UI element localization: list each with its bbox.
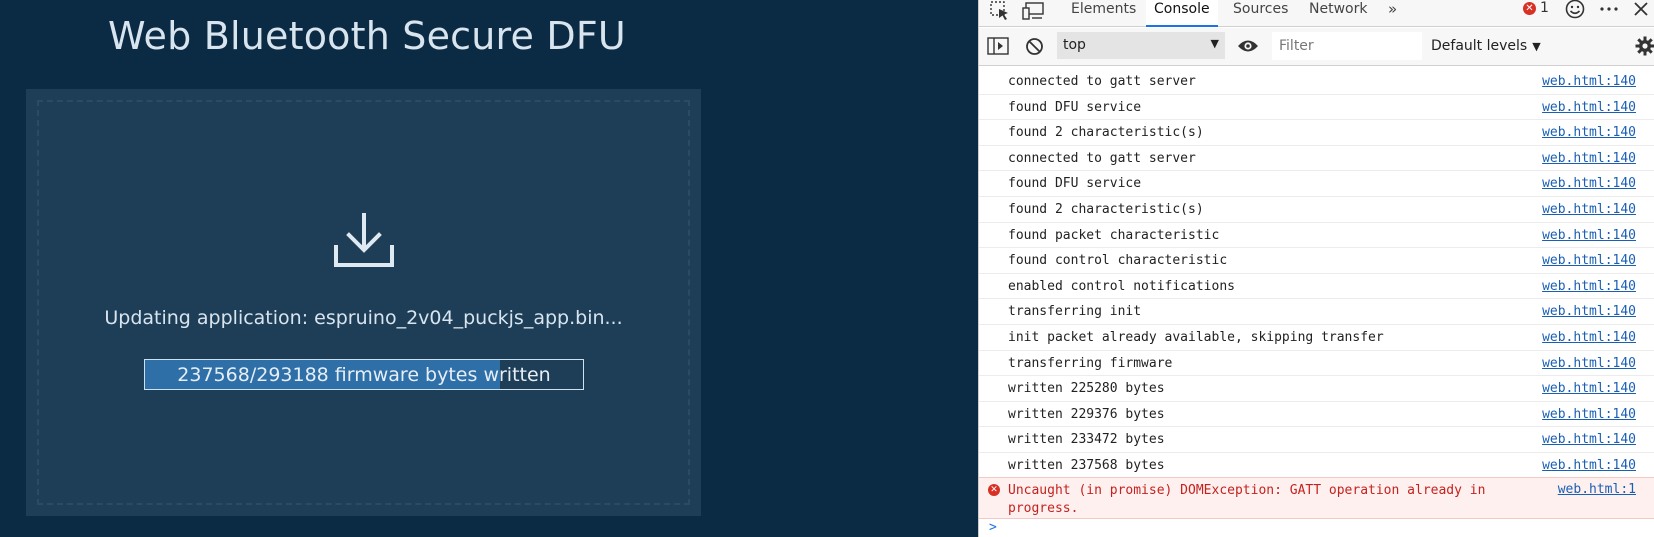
console-log-row: found 2 characteristic(s) web.html:140 [979, 197, 1654, 223]
more-tabs-chevron-icon[interactable]: » [1388, 0, 1397, 27]
console-log-list: connected to gatt server web.html:140 foun… [979, 69, 1654, 479]
console-error-entry: ✕ Uncaught (in promise) DOMException: GA… [979, 477, 1654, 519]
log-source-link[interactable]: web.html:140 [1542, 330, 1636, 345]
log-source-link[interactable]: web.html:140 [1542, 381, 1636, 396]
console-log-row: init packet already available, skipping … [979, 325, 1654, 351]
error-source-link[interactable]: web.html:1 [1558, 482, 1636, 497]
log-source-link[interactable]: web.html:140 [1542, 407, 1636, 422]
console-log-row: transferring init web.html:140 [979, 299, 1654, 325]
log-source-link[interactable]: web.html:140 [1542, 356, 1636, 371]
log-message: found 2 characteristic(s) [1008, 125, 1204, 141]
log-message: written 237568 bytes [1008, 457, 1165, 473]
prompt-chevron-icon: > [989, 520, 997, 535]
log-message: connected to gatt server [1008, 150, 1196, 166]
error-count-badge[interactable]: ✕ 1 [1523, 0, 1549, 20]
console-log-row: written 229376 bytes web.html:140 [979, 402, 1654, 428]
console-log-row: found control characteristic web.html:140 [979, 248, 1654, 274]
firmware-drop-zone[interactable]: Updating application: espruino_2v04_puck… [26, 89, 701, 516]
close-icon[interactable] [1631, 0, 1651, 22]
log-message: transferring init [1008, 304, 1142, 320]
log-source-link[interactable]: web.html:140 [1542, 74, 1636, 89]
error-count: 1 [1540, 0, 1549, 16]
log-message: found control characteristic [1008, 253, 1228, 269]
context-value: top [1063, 37, 1086, 53]
web-page: Web Bluetooth Secure DFU Updating applic… [0, 0, 978, 537]
console-log-row: transferring firmware web.html:140 [979, 351, 1654, 377]
devtools-tab-bar: Elements Console Sources Network » ✕ 1 [979, 0, 1654, 27]
update-status-text: Updating application: espruino_2v04_puck… [104, 307, 623, 329]
console-filter-input[interactable] [1272, 32, 1422, 60]
device-toolbar-icon[interactable] [1022, 0, 1046, 22]
console-log-row: connected to gatt server web.html:140 [979, 69, 1654, 95]
console-log-row: written 225280 bytes web.html:140 [979, 376, 1654, 402]
firmware-progress-bar: 237568/293188 firmware bytes written [144, 359, 584, 390]
download-icon [334, 213, 394, 267]
log-source-link[interactable]: web.html:140 [1542, 304, 1636, 319]
tab-console[interactable]: Console [1146, 0, 1218, 27]
log-message: written 229376 bytes [1008, 406, 1165, 422]
feedback-smiley-icon[interactable] [1564, 0, 1586, 21]
error-icon: ✕ [1523, 2, 1536, 15]
log-source-link[interactable]: web.html:140 [1542, 176, 1636, 191]
log-levels-dropdown[interactable]: Default levels ▼ [1431, 38, 1541, 54]
console-log-row: written 233472 bytes web.html:140 [979, 427, 1654, 453]
page-title: Web Bluetooth Secure DFU [108, 14, 626, 58]
console-settings-gear-icon[interactable] [1635, 36, 1654, 56]
log-source-link[interactable]: web.html:140 [1542, 228, 1636, 243]
log-message: found DFU service [1008, 176, 1142, 192]
javascript-context-select[interactable]: top ▼ [1057, 32, 1225, 59]
log-message: written 233472 bytes [1008, 432, 1165, 448]
inspect-element-icon[interactable] [989, 0, 1011, 22]
chevron-down-icon: ▼ [1210, 37, 1219, 50]
console-log-row: found packet characteristic web.html:140 [979, 223, 1654, 249]
log-message: enabled control notifications [1008, 278, 1235, 294]
tab-sources[interactable]: Sources [1233, 0, 1288, 27]
log-message: found 2 characteristic(s) [1008, 201, 1204, 217]
error-icon: ✕ [988, 484, 1000, 496]
tab-elements[interactable]: Elements [1071, 0, 1136, 27]
log-source-link[interactable]: web.html:140 [1542, 279, 1636, 294]
console-toolbar: top ▼ Default levels ▼ [979, 28, 1654, 66]
console-log-row: enabled control notifications web.html:14… [979, 274, 1654, 300]
log-source-link[interactable]: web.html:140 [1542, 202, 1636, 217]
log-message: init packet already available, skipping … [1008, 329, 1384, 345]
drop-zone-dashed-border [37, 100, 690, 505]
log-levels-label: Default levels [1431, 38, 1528, 54]
console-log-row: connected to gatt server web.html:140 [979, 146, 1654, 172]
console-prompt-input[interactable]: > [979, 520, 1654, 537]
log-source-link[interactable]: web.html:140 [1542, 253, 1636, 268]
log-source-link[interactable]: web.html:140 [1542, 125, 1636, 140]
log-source-link[interactable]: web.html:140 [1542, 432, 1636, 447]
log-message: found DFU service [1008, 99, 1142, 115]
log-source-link[interactable]: web.html:140 [1542, 458, 1636, 473]
live-expression-eye-icon[interactable] [1237, 38, 1259, 54]
console-log-row: written 237568 bytes web.html:140 [979, 453, 1654, 479]
chevron-down-icon: ▼ [1532, 40, 1541, 53]
console-log-row: found 2 characteristic(s) web.html:140 [979, 120, 1654, 146]
log-source-link[interactable]: web.html:140 [1542, 100, 1636, 115]
error-message: Uncaught (in promise) DOMException: GATT… [1008, 483, 1486, 516]
log-message: transferring firmware [1008, 355, 1173, 371]
devtools-panel: Elements Console Sources Network » ✕ 1 t… [978, 0, 1654, 537]
show-sidebar-icon[interactable] [987, 37, 1009, 55]
log-message: found packet characteristic [1008, 227, 1220, 243]
log-source-link[interactable]: web.html:140 [1542, 151, 1636, 166]
log-message: connected to gatt server [1008, 74, 1196, 89]
console-log-row: found DFU service web.html:140 [979, 171, 1654, 197]
console-log-row: found DFU service web.html:140 [979, 95, 1654, 121]
clear-console-icon[interactable] [1025, 37, 1044, 56]
log-message: written 225280 bytes [1008, 381, 1165, 397]
tab-network[interactable]: Network [1309, 0, 1367, 27]
more-options-icon[interactable] [1598, 0, 1620, 22]
progress-label: 237568/293188 firmware bytes written [177, 364, 551, 386]
